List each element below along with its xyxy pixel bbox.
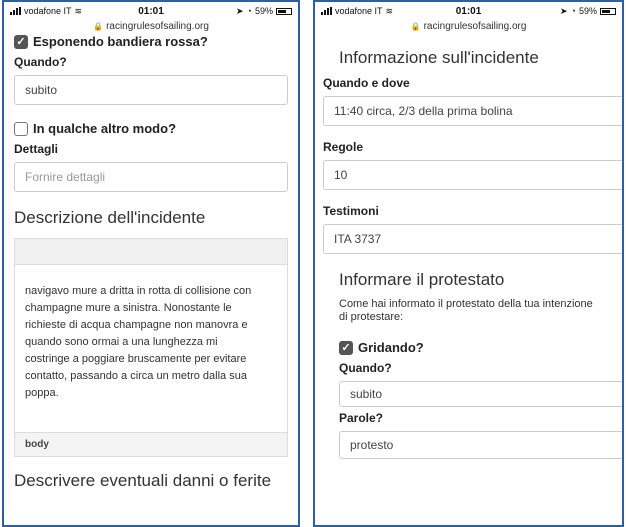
clock: 01:01 xyxy=(455,5,482,17)
battery-icon xyxy=(600,7,616,15)
other-way-option[interactable]: In qualche altro modo? xyxy=(14,121,288,136)
phone-screenshot-left: vodafone IT ≋ 01:01 ➤ ◔ 59% 🔒 racingrules… xyxy=(2,0,300,527)
url-bar[interactable]: 🔒 racingrulesofsailing.org xyxy=(4,20,298,34)
where-input[interactable]: 11:40 circa, 2/3 della prima bolina xyxy=(323,96,622,126)
description-heading: Descrizione dell'incidente xyxy=(14,208,206,227)
when-label: Quando? xyxy=(339,361,392,375)
editor-footer: body xyxy=(15,432,287,456)
witness-label: Testimoni xyxy=(323,204,379,218)
url-domain: racingrulesofsailing.org xyxy=(423,21,527,32)
red-flag-checkbox[interactable]: ✓ xyxy=(14,34,28,49)
rules-input[interactable]: 10 xyxy=(323,160,622,190)
shout-checkbox[interactable]: ✓ xyxy=(339,340,353,355)
red-flag-option[interactable]: ✓ Esponendo bandiera rossa? xyxy=(14,34,288,49)
info-heading: Informazione sull'incidente xyxy=(339,48,539,67)
details-label: Dettagli xyxy=(14,142,59,156)
editor-toolbar xyxy=(15,239,287,265)
lock-icon: 🔒 xyxy=(93,22,104,31)
words-input[interactable]: protesto xyxy=(339,431,622,459)
description-text[interactable]: navigavo mure a dritta in rotta di colli… xyxy=(15,265,287,432)
other-way-checkbox[interactable] xyxy=(14,121,28,136)
red-flag-label: Esponendo bandiera rossa? xyxy=(33,34,208,49)
when-label: Quando? xyxy=(14,55,67,69)
status-bar: vodafone IT ≋ 01:01 ➤ ◔ 59% xyxy=(315,2,622,20)
details-input[interactable]: Fornire dettagli xyxy=(14,162,288,192)
status-bar: vodafone IT ≋ 01:01 ➤ ◔ 59% xyxy=(4,2,298,20)
clock: 01:01 xyxy=(138,5,164,17)
words-label: Parole? xyxy=(339,411,384,425)
rules-label: Regole xyxy=(323,140,364,154)
when-input[interactable]: subito xyxy=(14,75,288,105)
inform-note-line2: di protestare: xyxy=(339,311,404,323)
witness-input[interactable]: ITA 3737 xyxy=(323,224,622,254)
url-domain: racingrulesofsailing.org xyxy=(106,21,209,32)
battery-icon xyxy=(276,7,292,15)
description-editor[interactable]: navigavo mure a dritta in rotta di colli… xyxy=(14,238,288,457)
url-bar[interactable]: 🔒 racingrulesofsailing.org xyxy=(315,20,622,34)
shout-label: Gridando? xyxy=(358,340,424,355)
shout-option[interactable]: ✓ Gridando? xyxy=(339,340,622,355)
other-way-label: In qualche altro modo? xyxy=(33,121,177,136)
inform-note-line1: Come hai informato il protestato della t… xyxy=(339,298,593,310)
when-input[interactable]: subito xyxy=(339,381,622,407)
lock-icon: 🔒 xyxy=(410,22,421,31)
where-label: Quando e dove xyxy=(323,76,410,90)
phone-screenshot-right: vodafone IT ≋ 01:01 ➤ ◔ 59% 🔒 racingrules… xyxy=(313,0,624,527)
damage-heading: Descrivere eventuali danni o ferite xyxy=(14,471,272,490)
inform-heading: Informare il protestato xyxy=(339,270,505,289)
